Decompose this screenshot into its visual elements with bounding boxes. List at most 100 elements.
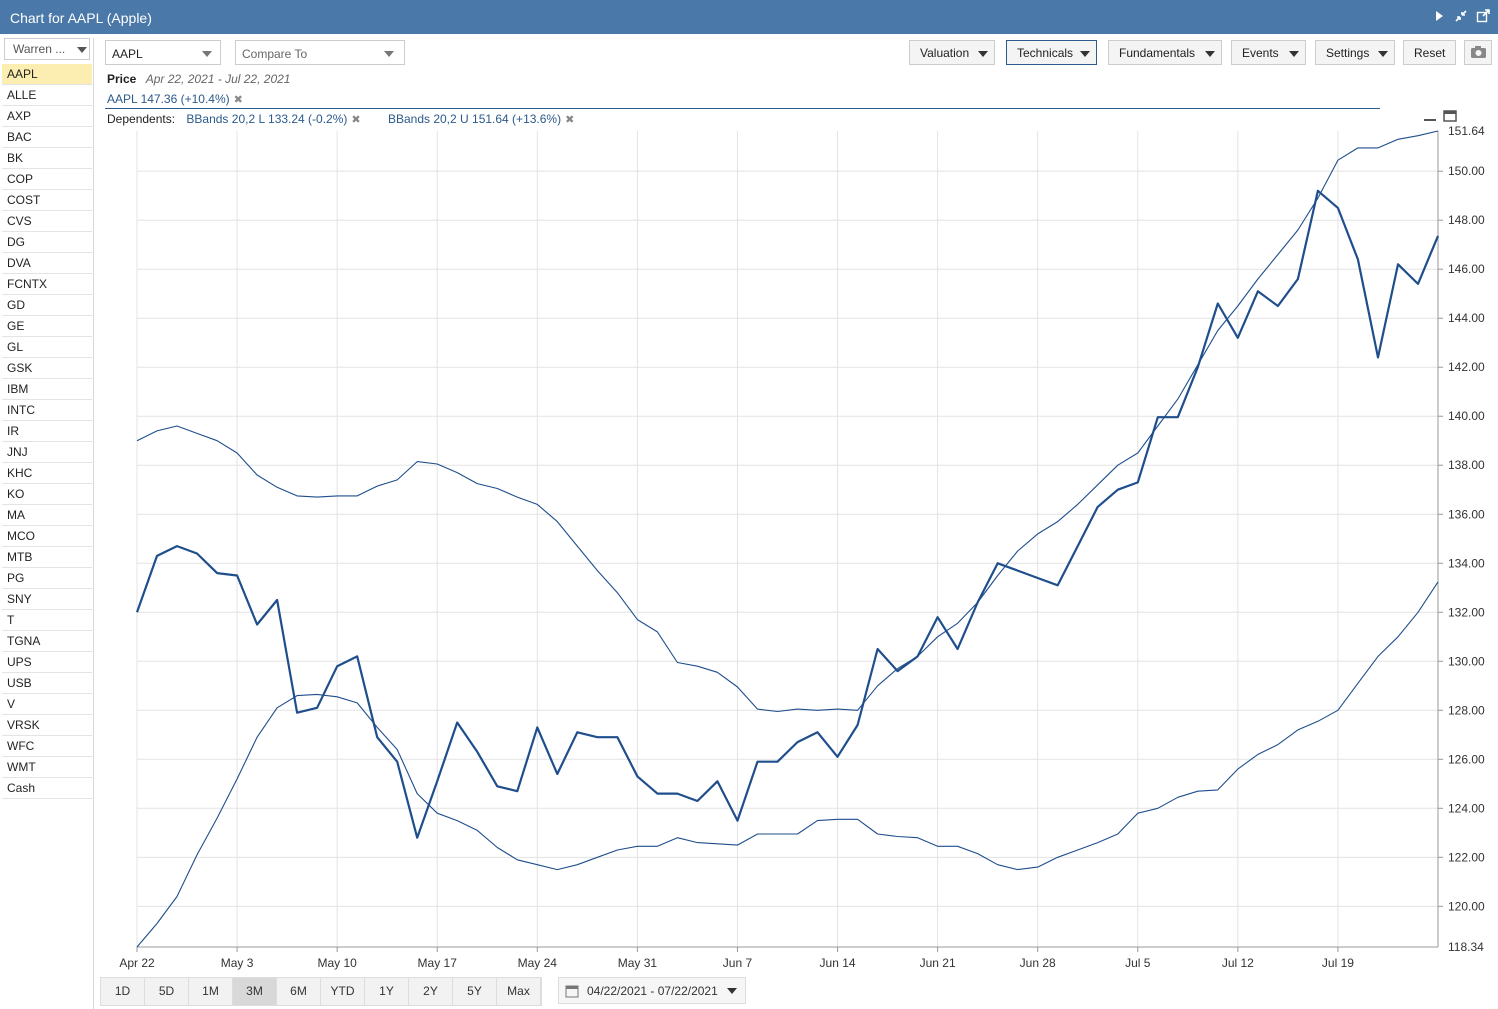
sidebar-item[interactable]: SNY bbox=[2, 589, 92, 610]
symbol-input[interactable]: AAPL bbox=[105, 40, 221, 65]
remove-dependent-icon[interactable]: ✖ bbox=[351, 114, 360, 126]
remove-dependent-icon[interactable]: ✖ bbox=[565, 114, 574, 126]
y-tick-label: 130.00 bbox=[1448, 654, 1485, 668]
sidebar-item[interactable]: WFC bbox=[2, 736, 92, 757]
y-max-label: 151.64 bbox=[1448, 124, 1485, 138]
sidebar-item[interactable]: COST bbox=[2, 190, 92, 211]
y-tick-label: 146.00 bbox=[1448, 262, 1485, 276]
fundamentals-label: Fundamentals bbox=[1119, 46, 1196, 60]
sidebar-item[interactable]: GE bbox=[2, 316, 92, 337]
dependents-label: Dependents: bbox=[107, 112, 176, 126]
bbands-lower-label[interactable]: BBands 20,2 L 133.24 (-0.2%) bbox=[186, 112, 347, 126]
x-tick-label: Jun 28 bbox=[1020, 956, 1056, 970]
sidebar-item[interactable]: MTB bbox=[2, 547, 92, 568]
sidebar-item[interactable]: WMT bbox=[2, 757, 92, 778]
sidebar-item[interactable]: VRSK bbox=[2, 715, 92, 736]
chevron-down-icon bbox=[1205, 51, 1215, 57]
sidebar-item[interactable]: BK bbox=[2, 148, 92, 169]
sidebar-item[interactable]: USB bbox=[2, 673, 92, 694]
sidebar-item[interactable]: JNJ bbox=[2, 442, 92, 463]
range-selector: 1D 5D 1M 3M 6M YTD 1Y 2Y 5Y Max bbox=[100, 977, 542, 1006]
maximize-icon[interactable] bbox=[1443, 110, 1457, 122]
y-tick-label: 136.00 bbox=[1448, 507, 1485, 521]
upper-series-line bbox=[136, 130, 1439, 713]
sidebar-item[interactable]: GSK bbox=[2, 358, 92, 379]
date-range-picker[interactable]: 04/22/2021 - 07/22/2021 bbox=[558, 977, 746, 1004]
collapse-icon[interactable] bbox=[1454, 9, 1468, 23]
bbands-upper-label[interactable]: BBands 20,2 U 151.64 (+13.6%) bbox=[388, 112, 561, 126]
x-tick-label: Jun 14 bbox=[820, 956, 856, 970]
sidebar-item[interactable]: FCNTX bbox=[2, 274, 92, 295]
range-button[interactable]: YTD bbox=[321, 978, 365, 1005]
play-icon[interactable] bbox=[1432, 9, 1446, 23]
sidebar-item[interactable]: IR bbox=[2, 421, 92, 442]
sidebar-item[interactable]: MCO bbox=[2, 526, 92, 547]
valuation-button[interactable]: Valuation bbox=[909, 40, 995, 65]
range-button[interactable]: 5D bbox=[145, 978, 189, 1005]
sidebar-item[interactable]: V bbox=[2, 694, 92, 715]
date-range-value: 04/22/2021 - 07/22/2021 bbox=[587, 984, 718, 998]
fundamentals-button[interactable]: Fundamentals bbox=[1108, 40, 1222, 65]
events-label: Events bbox=[1242, 46, 1279, 60]
range-button[interactable]: 2Y bbox=[409, 978, 453, 1005]
sidebar-item[interactable]: BAC bbox=[2, 127, 92, 148]
sidebar-item[interactable]: T bbox=[2, 610, 92, 631]
range-button[interactable]: Max bbox=[497, 978, 541, 1005]
chevron-down-icon bbox=[384, 51, 394, 57]
x-tick-label: May 10 bbox=[317, 956, 357, 970]
x-tick-label: Jun 7 bbox=[723, 956, 753, 970]
settings-button[interactable]: Settings bbox=[1315, 40, 1395, 65]
technicals-button[interactable]: Technicals bbox=[1006, 40, 1097, 65]
sidebar-item[interactable]: COP bbox=[2, 169, 92, 190]
y-tick-label: 140.00 bbox=[1448, 409, 1485, 423]
range-button[interactable]: 6M bbox=[277, 978, 321, 1005]
sidebar-item[interactable]: PG bbox=[2, 568, 92, 589]
sidebar-item[interactable]: ALLE bbox=[2, 85, 92, 106]
dependents-row: Dependents: BBands 20,2 L 133.24 (-0.2%)… bbox=[107, 112, 574, 126]
remove-series-icon[interactable]: ✖ bbox=[234, 94, 243, 106]
minimize-icon[interactable] bbox=[1423, 114, 1437, 124]
x-tick-label: Jun 21 bbox=[920, 956, 956, 970]
reset-button[interactable]: Reset bbox=[1403, 40, 1456, 65]
compare-to-placeholder: Compare To bbox=[242, 47, 308, 61]
sidebar-item[interactable]: CVS bbox=[2, 211, 92, 232]
x-tick-label: May 3 bbox=[221, 956, 254, 970]
range-button[interactable]: 1M bbox=[189, 978, 233, 1005]
chevron-down-icon bbox=[727, 988, 737, 994]
popout-icon[interactable] bbox=[1476, 9, 1490, 23]
y-tick-label: 128.00 bbox=[1448, 703, 1485, 717]
events-button[interactable]: Events bbox=[1231, 40, 1306, 65]
range-button[interactable]: 3M bbox=[233, 978, 277, 1005]
range-button[interactable]: 1D bbox=[101, 978, 145, 1005]
window-title: Chart for AAPL (Apple) bbox=[10, 10, 152, 26]
sidebar-item[interactable]: AXP bbox=[2, 106, 92, 127]
compare-to-input[interactable]: Compare To bbox=[235, 40, 405, 65]
range-button[interactable]: 5Y bbox=[453, 978, 497, 1005]
sidebar-item[interactable]: INTC bbox=[2, 400, 92, 421]
camera-icon bbox=[1471, 46, 1486, 58]
y-tick-label: 124.00 bbox=[1448, 801, 1485, 815]
sidebar-item[interactable]: GL bbox=[2, 337, 92, 358]
sidebar-item[interactable]: DG bbox=[2, 232, 92, 253]
y-tick-label: 144.00 bbox=[1448, 311, 1485, 325]
camera-button[interactable] bbox=[1464, 40, 1492, 65]
symbol-value: AAPL bbox=[112, 47, 143, 61]
sidebar-item[interactable]: KO bbox=[2, 484, 92, 505]
y-tick-label: 126.00 bbox=[1448, 752, 1485, 766]
x-tick-label: May 24 bbox=[518, 956, 558, 970]
sidebar-item[interactable]: DVA bbox=[2, 253, 92, 274]
price-chart[interactable]: Apr 22 May 3 May 10 May 17 May 24 May 31 Jun 7… bbox=[0, 0, 1498, 1009]
sidebar-item[interactable]: AAPL bbox=[2, 64, 92, 85]
watchlist-dropdown[interactable]: Warren ... bbox=[4, 38, 90, 60]
sidebar-item[interactable]: TGNA bbox=[2, 631, 92, 652]
sidebar-item[interactable]: IBM bbox=[2, 379, 92, 400]
range-button[interactable]: 1Y bbox=[365, 978, 409, 1005]
sidebar-item[interactable]: MA bbox=[2, 505, 92, 526]
sidebar-item[interactable]: GD bbox=[2, 295, 92, 316]
sidebar-item[interactable]: UPS bbox=[2, 652, 92, 673]
date-range: Apr 22, 2021 - Jul 22, 2021 bbox=[145, 72, 291, 86]
series-label[interactable]: AAPL 147.36 (+10.4%) bbox=[107, 92, 230, 106]
sidebar-item[interactable]: Cash bbox=[2, 778, 92, 799]
x-tick-label: Jul 12 bbox=[1222, 956, 1254, 970]
sidebar-item[interactable]: KHC bbox=[2, 463, 92, 484]
